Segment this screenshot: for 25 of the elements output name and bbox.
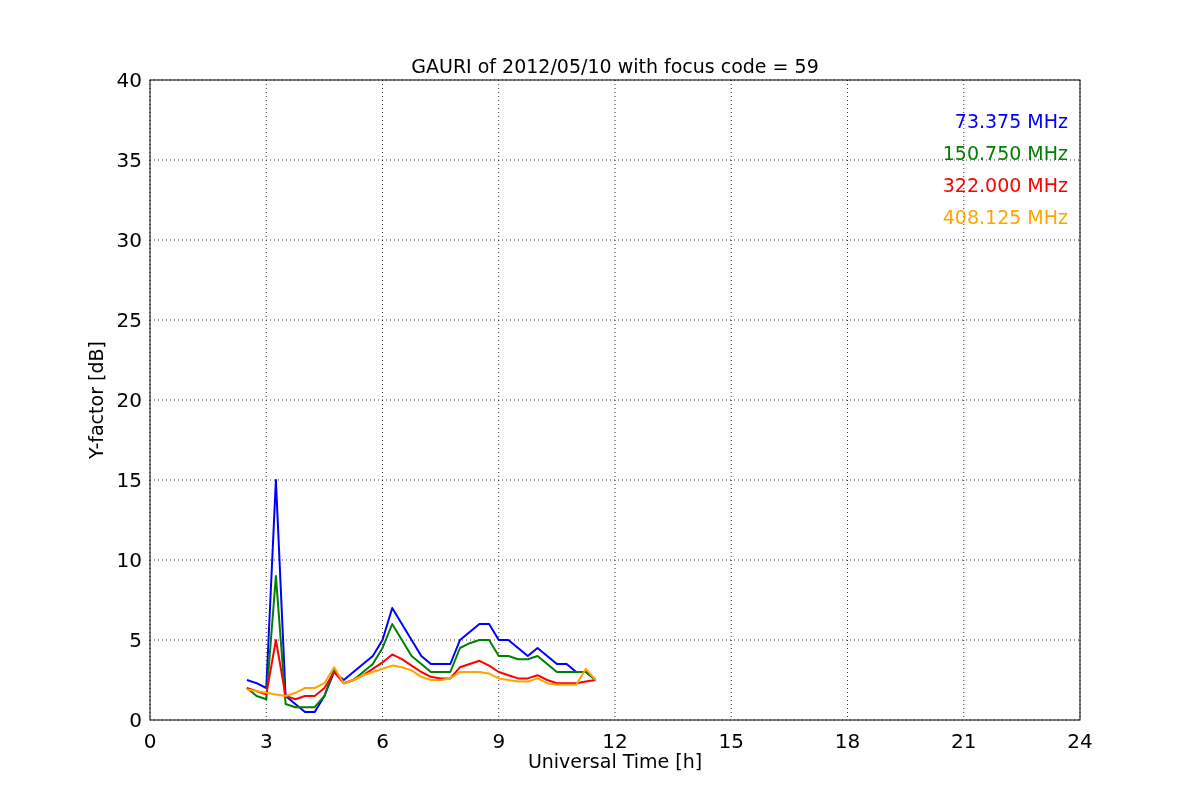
x-axis-label: Universal Time [h] xyxy=(527,750,703,772)
y-tick-label: 5 xyxy=(129,628,142,652)
x-tick-label: 15 xyxy=(718,729,744,753)
y-tick-label: 10 xyxy=(116,548,142,572)
legend-label: 150.750 MHz xyxy=(942,142,1068,164)
legend-label: 408.125 MHz xyxy=(942,206,1068,228)
x-tick-label: 12 xyxy=(602,729,628,753)
x-tick-label: 3 xyxy=(259,729,273,753)
y-axis-label: Y-factor [dB] xyxy=(85,341,107,459)
x-tick-label: 21 xyxy=(951,729,977,753)
x-tick-label: 0 xyxy=(143,729,157,753)
y-tick-label: 40 xyxy=(116,68,142,92)
y-tick-label: 20 xyxy=(116,388,142,412)
x-tick-label: 24 xyxy=(1067,729,1093,753)
y-tick-label: 25 xyxy=(116,308,142,332)
legend-label: 73.375 MHz xyxy=(954,110,1068,132)
y-tick-label: 0 xyxy=(129,708,142,732)
x-tick-label: 9 xyxy=(492,729,506,753)
y-tick-label: 30 xyxy=(116,228,142,252)
legend-label: 322.000 MHz xyxy=(942,174,1068,196)
chart-title: GAURI of 2012/05/10 with focus code = 59 xyxy=(411,55,819,77)
x-tick-label: 18 xyxy=(834,729,861,753)
x-tick-label: 6 xyxy=(376,729,389,753)
y-tick-label: 35 xyxy=(116,148,142,172)
y-tick-label: 15 xyxy=(116,468,142,492)
